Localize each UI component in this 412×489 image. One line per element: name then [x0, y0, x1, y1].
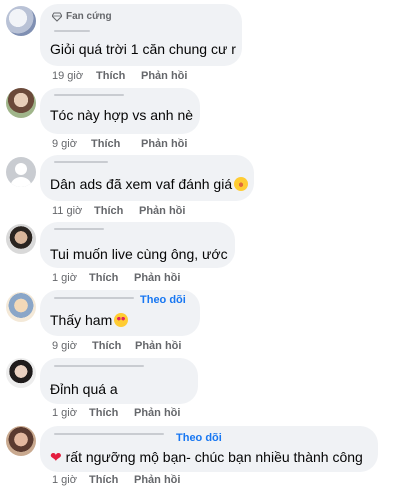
comment-text: Đỉnh quá a: [50, 381, 118, 397]
reply-button[interactable]: Phản hồi: [135, 340, 181, 352]
diamond-icon: [52, 12, 62, 22]
fan-badge: Fan cứng: [52, 11, 112, 22]
comment-bubble: Đỉnh quá a: [40, 358, 198, 404]
reply-button[interactable]: Phản hồi: [134, 474, 180, 486]
avatar[interactable]: [6, 292, 36, 322]
comment-bubble: Fan cứng Giỏi quá trời 1 căn chung cư r: [40, 4, 242, 66]
avatar[interactable]: [6, 358, 36, 388]
reply-button[interactable]: Phản hồi: [139, 205, 185, 217]
comment-bubble: Theo dõi Thấy ham: [40, 290, 200, 336]
comment-bubble: Tui muốn live cùng ông, ước: [40, 222, 235, 268]
author-name[interactable]: [54, 365, 144, 367]
author-name[interactable]: [54, 297, 134, 299]
comment-text: Giỏi quá trời 1 căn chung cư r: [50, 41, 236, 57]
red-heart-emoji: ❤: [50, 449, 62, 465]
author-name[interactable]: [54, 433, 164, 435]
badge-label: Fan cứng: [66, 11, 112, 22]
comment-text: Tóc này hợp vs anh nè: [50, 107, 194, 123]
like-button[interactable]: Thích: [89, 272, 134, 284]
comment-text: Thấy ham: [50, 312, 129, 328]
reply-button[interactable]: Phản hồi: [141, 70, 187, 82]
comment-actions: 1 giờ Thích Phản hồi: [52, 407, 180, 419]
reply-button[interactable]: Phản hồi: [134, 407, 180, 419]
rolling-laughing-emoji: [234, 177, 249, 191]
comment-actions: 11 giờ Thích Phản hồi: [52, 205, 185, 217]
comment-actions: 9 giờ Thích Phản hồi: [52, 138, 187, 150]
follow-button[interactable]: Theo dõi: [140, 294, 186, 306]
like-button[interactable]: Thích: [96, 70, 141, 82]
like-button[interactable]: Thích: [92, 340, 135, 352]
comment-time[interactable]: 1 giờ: [52, 474, 89, 486]
author-name[interactable]: [54, 161, 108, 163]
comment-bubble: Tóc này hợp vs anh nè: [40, 88, 200, 134]
comment-time[interactable]: 1 giờ: [52, 272, 89, 284]
default-user-icon: [10, 163, 32, 187]
avatar[interactable]: [6, 426, 36, 456]
reply-button[interactable]: Phản hồi: [134, 272, 180, 284]
like-button[interactable]: Thích: [89, 407, 134, 419]
author-name[interactable]: [54, 30, 90, 32]
comment-time[interactable]: 19 giờ: [52, 70, 96, 82]
like-button[interactable]: Thích: [89, 474, 134, 486]
comment-actions: 9 giờ Thích Phản hồi: [52, 340, 181, 352]
avatar[interactable]: [6, 157, 36, 187]
heart-eyes-emoji: [114, 313, 129, 327]
comment-time[interactable]: 9 giờ: [52, 340, 92, 352]
author-name[interactable]: [54, 94, 124, 96]
like-button[interactable]: Thích: [91, 138, 141, 150]
comment-actions: 19 giờ Thích Phản hồi: [52, 70, 187, 82]
comment-actions: 1 giờ Thích Phản hồi: [52, 474, 180, 486]
like-button[interactable]: Thích: [94, 205, 139, 217]
comment-text: ❤ rất ngưỡng mộ bạn- chúc bạn nhiều thàn…: [50, 449, 363, 465]
avatar[interactable]: [6, 88, 36, 118]
reply-button[interactable]: Phản hồi: [141, 138, 187, 150]
author-name[interactable]: [54, 228, 104, 230]
avatar[interactable]: [6, 6, 36, 36]
comment-bubble: Theo dõi ❤ rất ngưỡng mộ bạn- chúc bạn n…: [40, 426, 378, 472]
follow-button[interactable]: Theo dõi: [176, 432, 222, 444]
comment-text: Dân ads đã xem vaf đánh giá: [50, 176, 249, 192]
comment-time[interactable]: 11 giờ: [52, 205, 94, 217]
comment-actions: 1 giờ Thích Phản hồi: [52, 272, 180, 284]
comment-bubble: Dân ads đã xem vaf đánh giá: [40, 155, 254, 201]
comment-time[interactable]: 9 giờ: [52, 138, 91, 150]
comment-time[interactable]: 1 giờ: [52, 407, 89, 419]
comment-text: Tui muốn live cùng ông, ước: [50, 246, 228, 262]
avatar[interactable]: [6, 224, 36, 254]
